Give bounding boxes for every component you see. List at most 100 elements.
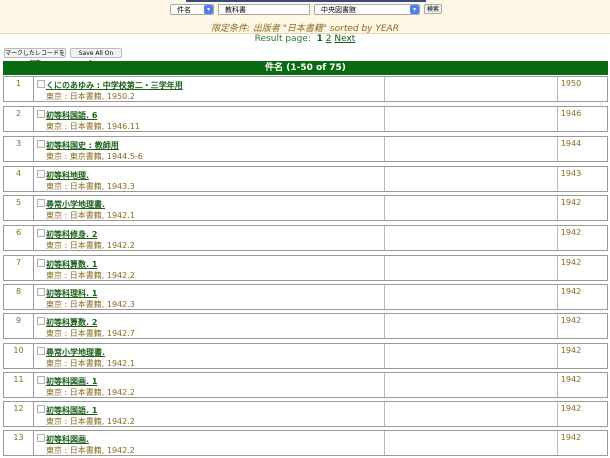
- next-page-link[interactable]: Next: [334, 34, 355, 44]
- top-strip: [186, 0, 426, 2]
- year: 1942: [560, 228, 582, 237]
- empty-cell: [385, 226, 558, 250]
- save-marked-button[interactable]: マークしたレコードを保存: [4, 48, 66, 67]
- library-select[interactable]: 中央図書館 ▾: [314, 4, 420, 15]
- empty-cell: [385, 402, 558, 426]
- title-cell: 初等科図画. 東京 : 日本書籍, 1942.2: [44, 431, 385, 455]
- result-page-label: Result page:: [254, 34, 311, 44]
- publication-info: 東京 : 日本書籍, 1942.7: [46, 329, 135, 338]
- field-select-value: 件名: [177, 6, 191, 14]
- row-number: 6: [4, 226, 34, 250]
- publication-info: 東京 : 日本書籍, 1942.2: [46, 388, 135, 397]
- search-input-value: 教科書: [225, 6, 246, 14]
- library-select-value: 中央図書館: [321, 6, 356, 14]
- year: 1942: [560, 198, 582, 207]
- row-number: 7: [4, 256, 34, 280]
- year: 1946: [560, 109, 582, 118]
- record-title-link[interactable]: 初等科国語. 1: [46, 405, 97, 416]
- table-row: 7 初等科算数. 1 東京 : 日本書籍, 1942.2 1942: [3, 255, 608, 281]
- search-button[interactable]: 検索: [424, 4, 442, 14]
- empty-cell: [385, 344, 558, 368]
- title-cell: 初等科地理. 東京 : 日本書籍, 1943.3: [44, 167, 385, 191]
- publication-info: 東京 : 日本書籍, 1942.3: [46, 300, 135, 309]
- year: 1942: [560, 433, 582, 442]
- empty-cell: [385, 107, 558, 131]
- table-row: 4 初等科地理. 東京 : 日本書籍, 1943.3 1943: [3, 166, 608, 192]
- table-row: 11 初等科図画. 1 東京 : 日本書籍, 1942.2 1942: [3, 372, 608, 398]
- row-number: 2: [4, 107, 34, 131]
- publication-info: 東京 : 日本書籍, 1950.2: [46, 92, 135, 101]
- year: 1942: [560, 375, 582, 384]
- title-cell: 初等科図画. 1 東京 : 日本書籍, 1942.2: [44, 373, 385, 397]
- table-row: 12 初等科国語. 1 東京 : 日本書籍, 1942.2 1942: [3, 401, 608, 427]
- results-header: 件名 (1-50 of 75): [3, 61, 608, 75]
- year: 1944: [560, 139, 582, 148]
- chevron-down-icon: ▾: [410, 5, 419, 14]
- result-pagination: Result page: 1 2 Next: [0, 34, 610, 44]
- title-cell: 尋常小学地理書. 東京 : 日本書籍, 1942.1: [44, 196, 385, 220]
- year: 1950: [560, 79, 582, 88]
- title-cell: 初等科修身. 2 東京 : 日本書籍, 1942.2: [44, 226, 385, 250]
- record-title-link[interactable]: 初等科国史 : 教師用: [46, 140, 119, 151]
- row-number: 11: [4, 373, 34, 397]
- row-number: 9: [4, 314, 34, 338]
- publication-info: 東京 : 日本書籍, 1942.1: [46, 359, 135, 368]
- empty-cell: [385, 167, 558, 191]
- chevron-down-icon: ▾: [204, 5, 213, 14]
- record-title-link[interactable]: 初等科算数. 1: [46, 259, 97, 270]
- row-number: 12: [4, 402, 34, 426]
- empty-cell: [385, 137, 558, 161]
- table-row: 6 初等科修身. 2 東京 : 日本書籍, 1942.2 1942: [3, 225, 608, 251]
- search-bar: 件名 ▾ 教科書 中央図書館 ▾ 検索 限定条件: 出版者 "日本書籍" sor…: [0, 0, 610, 34]
- row-number: 3: [4, 137, 34, 161]
- year: 1942: [560, 258, 582, 267]
- row-number: 4: [4, 167, 34, 191]
- empty-cell: [385, 77, 558, 101]
- empty-cell: [385, 373, 558, 397]
- record-title-link[interactable]: 尋常小学地理書.: [46, 347, 105, 358]
- record-title-link[interactable]: 初等科修身. 2: [46, 229, 97, 240]
- year: 1942: [560, 404, 582, 413]
- title-cell: 尋常小学地理書. 東京 : 日本書籍, 1942.1: [44, 344, 385, 368]
- record-title-link[interactable]: 初等科算数. 2: [46, 317, 97, 328]
- publication-info: 東京 : 日本書籍, 1942.2: [46, 241, 135, 250]
- record-title-link[interactable]: くにのあゆみ : 中学校第二・三学年用: [46, 80, 183, 91]
- save-all-button[interactable]: Save All On Page: [70, 48, 122, 67]
- table-row: 9 初等科算数. 2 東京 : 日本書籍, 1942.7 1942: [3, 313, 608, 339]
- table-row: 2 初等科国語. 6 東京 : 日本書籍, 1946.11 1946: [3, 106, 608, 132]
- empty-cell: [385, 314, 558, 338]
- table-row: 10 尋常小学地理書. 東京 : 日本書籍, 1942.1 1942: [3, 343, 608, 369]
- title-cell: 初等科国語. 1 東京 : 日本書籍, 1942.2: [44, 402, 385, 426]
- publication-info: 東京 : 日本書籍, 1943.3: [46, 182, 135, 191]
- record-title-link[interactable]: 尋常小学地理書.: [46, 199, 105, 210]
- empty-cell: [385, 196, 558, 220]
- publication-info: 東京 : 日本書籍, 1942.2: [46, 446, 135, 455]
- query-line: 限定条件: 出版者 "日本書籍" sorted by YEAR: [211, 24, 399, 34]
- record-title-link[interactable]: 初等科図画. 1: [46, 376, 97, 387]
- page-2-link[interactable]: 2: [326, 34, 332, 44]
- title-cell: 初等科理科. 1 東京 : 日本書籍, 1942.3: [44, 285, 385, 309]
- year: 1942: [560, 316, 582, 325]
- record-title-link[interactable]: 初等科理科. 1: [46, 288, 97, 299]
- title-cell: くにのあゆみ : 中学校第二・三学年用 東京 : 日本書籍, 1950.2: [44, 77, 385, 101]
- empty-cell: [385, 256, 558, 280]
- year: 1942: [560, 287, 582, 296]
- record-title-link[interactable]: 初等科国語. 6: [46, 110, 97, 121]
- year: 1942: [560, 346, 582, 355]
- year: 1943: [560, 169, 582, 178]
- publication-info: 東京 : 日本書籍, 1942.2: [46, 417, 135, 426]
- table-row: 1 くにのあゆみ : 中学校第二・三学年用 東京 : 日本書籍, 1950.2 195…: [3, 76, 608, 102]
- table-row: 13 初等科図画. 東京 : 日本書籍, 1942.2 1942: [3, 430, 608, 456]
- row-number: 13: [4, 431, 34, 455]
- search-input[interactable]: 教科書: [218, 4, 310, 15]
- table-row: 3 初等科国史 : 教師用 東京 : 東京書籍, 1944.5-6 1944: [3, 136, 608, 162]
- row-number: 10: [4, 344, 34, 368]
- row-number: 5: [4, 196, 34, 220]
- publication-info: 東京 : 東京書籍, 1944.5-6: [46, 152, 143, 161]
- field-select[interactable]: 件名 ▾: [170, 4, 214, 15]
- empty-cell: [385, 431, 558, 455]
- title-cell: 初等科算数. 2 東京 : 日本書籍, 1942.7: [44, 314, 385, 338]
- publication-info: 東京 : 日本書籍, 1942.1: [46, 211, 135, 220]
- record-title-link[interactable]: 初等科図画.: [46, 434, 89, 445]
- record-title-link[interactable]: 初等科地理.: [46, 170, 89, 181]
